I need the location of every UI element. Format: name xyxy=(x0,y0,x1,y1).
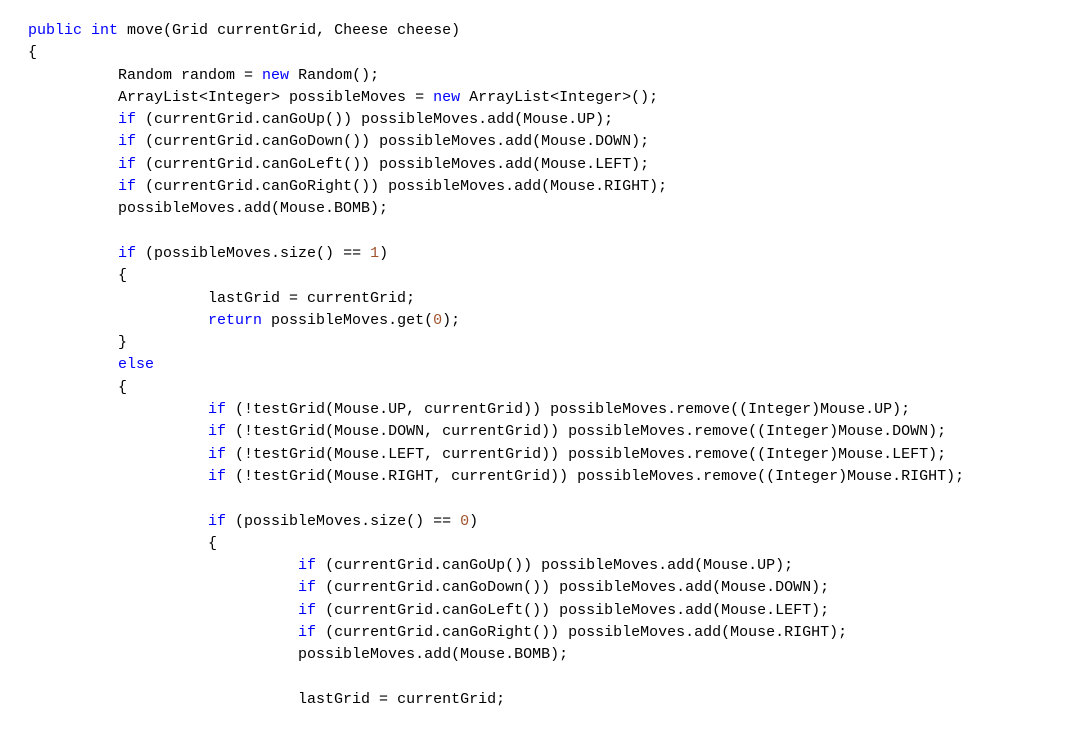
code-token: if xyxy=(118,156,136,173)
code-token: 0 xyxy=(433,312,442,329)
code-token: if xyxy=(208,513,226,530)
code-token: if xyxy=(298,624,316,641)
code-token: 0 xyxy=(460,513,469,530)
code-token: if xyxy=(118,133,136,150)
code-token: new xyxy=(262,67,289,84)
code-token: new xyxy=(433,89,460,106)
code-token: public xyxy=(28,22,82,39)
code-token: if xyxy=(208,423,226,440)
code-token: if xyxy=(118,111,136,128)
code-block: public int move(Grid currentGrid, Cheese… xyxy=(0,0,1079,711)
code-token: if xyxy=(208,446,226,463)
code-token: else xyxy=(118,356,154,373)
code-token: if xyxy=(208,468,226,485)
code-token: if xyxy=(298,602,316,619)
code-token: if xyxy=(298,579,316,596)
code-token: if xyxy=(118,245,136,262)
code-token: int xyxy=(91,22,118,39)
code-token: 1 xyxy=(370,245,379,262)
code-token: if xyxy=(298,557,316,574)
code-token: if xyxy=(118,178,136,195)
code-token: if xyxy=(208,401,226,418)
code-token: return xyxy=(208,312,262,329)
